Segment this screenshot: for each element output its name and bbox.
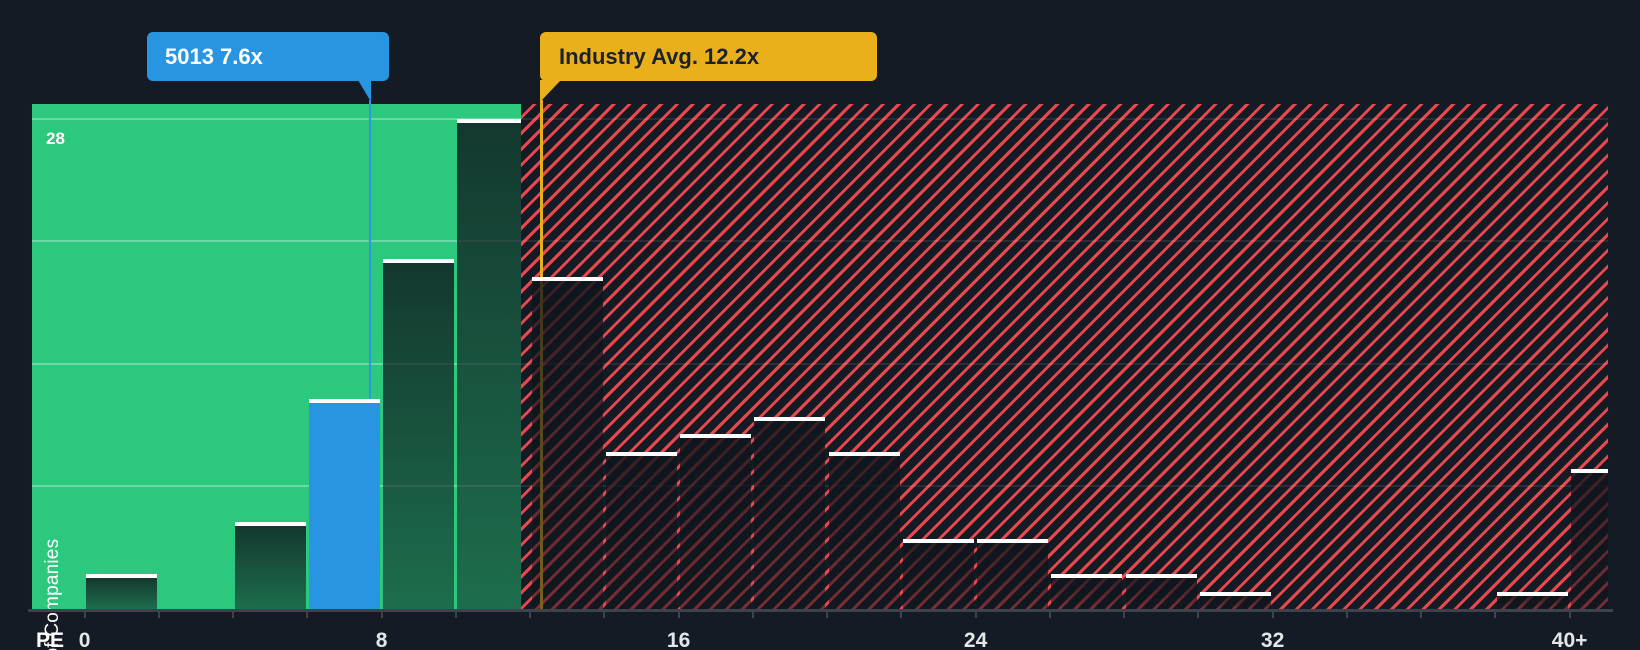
- gridline-14: [521, 362, 1608, 365]
- x-tick-8: [380, 611, 383, 618]
- industry-avg-tooltip-label: Industry Avg. 12.2x: [559, 43, 760, 69]
- bar-bin-38-40-count-1[interactable]: [1496, 591, 1568, 609]
- company-tooltip-pointer: [358, 80, 371, 102]
- x-tick-label-0: 0: [78, 629, 91, 650]
- x-tick-2: [157, 611, 160, 618]
- bar-bin-20-22-count-9[interactable]: [828, 451, 900, 609]
- company-pe-tooltip: 5013 7.6x: [147, 32, 389, 81]
- x-axis-title: PE: [36, 629, 65, 650]
- x-tick-16: [677, 611, 680, 618]
- gridline-28: [521, 117, 1608, 120]
- bar-bin-14-16-count-9[interactable]: [605, 451, 677, 609]
- bar-bin-16-18-count-10[interactable]: [680, 434, 752, 609]
- x-tick-30: [1197, 611, 1200, 618]
- x-tick-label-40+: 40+: [1551, 629, 1588, 650]
- gridline-21: [521, 240, 1608, 242]
- bar-bin-22-24-count-4[interactable]: [902, 539, 974, 609]
- x-tick-26: [1048, 611, 1051, 618]
- gridline-21: [32, 240, 521, 242]
- bar-bin-4-6-count-5[interactable]: [234, 521, 306, 609]
- bar-bin-30-32-count-1[interactable]: [1199, 591, 1271, 609]
- x-tick-40: [1568, 611, 1571, 618]
- bar-bin-24-26-count-4[interactable]: [977, 539, 1049, 609]
- plot-area: 28 No. of Companies: [32, 100, 1609, 650]
- x-tick-10: [454, 611, 457, 618]
- bar-bin-18-20-count-11[interactable]: [754, 416, 826, 609]
- x-tick-36: [1420, 611, 1423, 618]
- x-tick-22: [900, 611, 903, 618]
- bar-bin-10-12-count-28[interactable]: [457, 119, 521, 609]
- x-tick-label-32: 32: [1260, 629, 1285, 650]
- x-tick-28: [1123, 611, 1126, 618]
- x-tick-32: [1271, 611, 1274, 618]
- x-tick-38: [1494, 611, 1497, 618]
- x-tick-label-24: 24: [963, 629, 988, 650]
- gridline-28: [32, 117, 521, 120]
- y-axis-title: No. of Companies: [42, 538, 63, 650]
- industry-tooltip-pointer: [540, 80, 561, 102]
- pe-histogram-chart: 28 No. of Companies 5013 7.6x Industry A…: [0, 0, 1640, 650]
- y-max-value-label: 28: [46, 129, 65, 148]
- company-pe-tooltip-label: 5013 7.6x: [165, 43, 263, 69]
- x-tick-label-16: 16: [666, 629, 691, 650]
- bar-bin-8-10-count-20[interactable]: [383, 259, 455, 609]
- x-tick-4: [232, 611, 235, 618]
- x-tick-14: [603, 611, 606, 618]
- bar-bin-40+-count-8[interactable]: [1571, 469, 1609, 609]
- x-tick-label-8: 8: [375, 629, 388, 650]
- bar-bin-0-2-count-2[interactable]: [86, 574, 158, 609]
- x-tick-0: [83, 611, 86, 618]
- x-tick-18: [751, 611, 754, 618]
- x-axis-line: [28, 609, 1613, 612]
- bar-bin-28-30-count-2[interactable]: [1125, 574, 1197, 609]
- x-tick-20: [826, 611, 829, 618]
- x-tick-6: [306, 611, 309, 618]
- bar-bin-6-8-count-12[interactable]: [308, 399, 380, 609]
- x-tick-12: [529, 611, 532, 618]
- industry-avg-tooltip: Industry Avg. 12.2x: [540, 32, 877, 81]
- bar-bin-12-14-count-19[interactable]: [531, 276, 603, 609]
- x-tick-34: [1345, 611, 1348, 618]
- bar-bin-26-28-count-2[interactable]: [1051, 574, 1123, 609]
- x-tick-24: [974, 611, 977, 618]
